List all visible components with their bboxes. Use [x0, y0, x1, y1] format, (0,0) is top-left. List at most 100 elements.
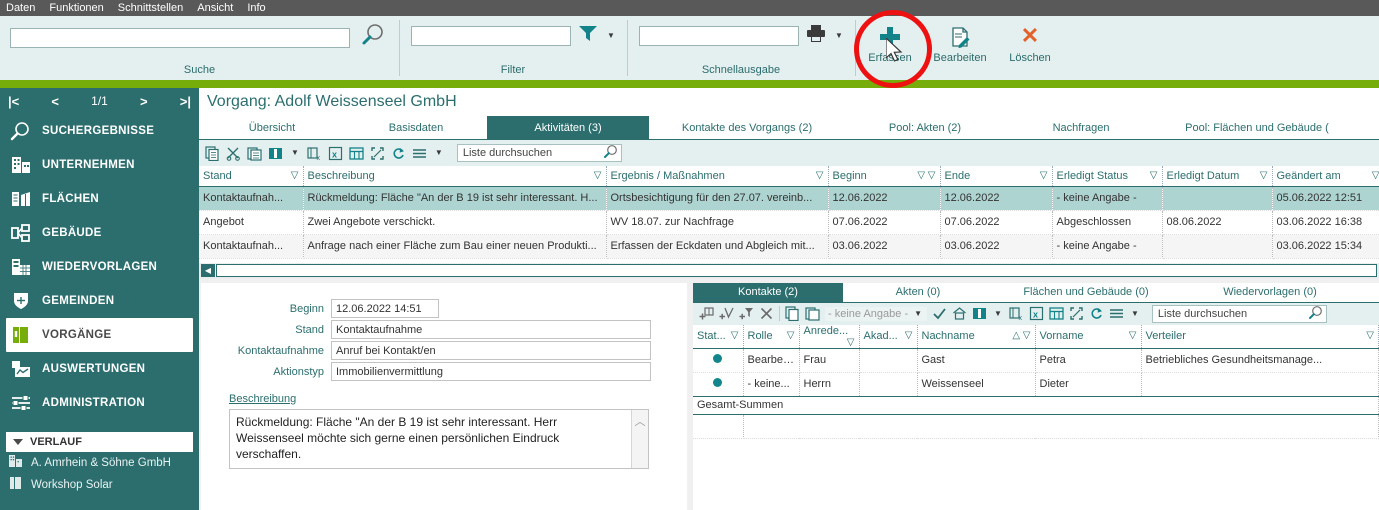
beginn-field[interactable]: 12.06.2022 14:51 — [331, 299, 439, 318]
sidebar-item-wiedervorlagen[interactable]: WIEDERVORLAGEN — [0, 250, 199, 284]
sidebar-item-auswertungen[interactable]: AUSWERTUNGEN — [0, 352, 199, 386]
filter-icon[interactable]: ▽ — [1040, 170, 1048, 181]
sub-list-search-input[interactable]: Liste durchsuchen — [1151, 304, 1327, 323]
filter-icon[interactable]: ▽ — [1260, 170, 1268, 181]
tab-kontakte-des-vorgangs[interactable]: Kontakte des Vorgangs (2) — [649, 116, 845, 139]
pager-first-button[interactable]: |< — [8, 94, 19, 109]
funnel-icon[interactable] — [577, 23, 599, 48]
loeschen-button[interactable]: ✕ Löschen — [995, 20, 1065, 76]
search-input[interactable] — [10, 27, 350, 48]
filter-dropdown-caret[interactable]: ▼ — [605, 31, 617, 40]
column-header-beginn[interactable]: Beginn ▽ ▽ — [828, 166, 941, 187]
menu-item-daten[interactable]: Daten — [6, 2, 35, 14]
list-search-input[interactable]: Liste durchsuchen — [456, 144, 622, 162]
chevron-down-icon[interactable]: ▼ — [433, 149, 445, 157]
copy-icon[interactable] — [785, 306, 800, 322]
delete-icon[interactable] — [759, 306, 774, 321]
list-item[interactable]: Workshop Solar — [0, 474, 199, 496]
filter-icon[interactable]: ▽ — [847, 337, 855, 348]
column-header-beschreibung[interactable]: Beschreibung ▽ — [303, 166, 607, 187]
stand-field[interactable]: Kontaktaufnahme — [331, 320, 651, 339]
table-row[interactable]: - keine... Herrn Weissenseel Dieter — [693, 372, 1379, 397]
expand-icon[interactable] — [370, 146, 385, 161]
chevron-down-icon[interactable]: ▼ — [992, 309, 1004, 318]
menu-item-ansicht[interactable]: Ansicht — [197, 2, 233, 14]
sidebar-item-gemeinden[interactable]: GEMEINDEN — [0, 284, 199, 318]
column-header-ergebnis[interactable]: Ergebnis / Maßnahmen ▽ — [606, 166, 829, 187]
filter-icon[interactable]: ▽ — [1366, 330, 1374, 341]
chevron-down-icon[interactable]: ▼ — [289, 149, 301, 157]
column-header-geaendert-am[interactable]: Geändert am ▽ — [1272, 166, 1379, 187]
paste-icon[interactable] — [805, 306, 820, 321]
sidebar-item-suchergebnisse[interactable]: SUCHERGEBNISSE — [0, 114, 199, 148]
refresh-icon[interactable] — [1089, 306, 1104, 321]
scroll-up-button[interactable]: ︿ — [631, 409, 648, 468]
chevron-down-icon[interactable]: ▼ — [1129, 309, 1141, 318]
pager-last-button[interactable]: >| — [180, 94, 191, 109]
quickoutput-input[interactable] — [639, 25, 799, 46]
sidebar-item-gebaeude[interactable]: GEBÄUDE — [0, 216, 199, 250]
clear-columns-icon[interactable]: x — [1009, 306, 1024, 322]
sidebar-item-administration[interactable]: ADMINISTRATION — [0, 386, 199, 420]
tab-basisdaten[interactable]: Basisdaten — [345, 116, 487, 139]
filter-icon[interactable]: ▽ ▽ — [917, 170, 935, 181]
sidebar-item-flaechen[interactable]: FLÄCHEN — [0, 182, 199, 216]
menu-item-info[interactable]: Info — [247, 2, 265, 14]
status-dropdown[interactable]: - keine Angabe - ▼ — [825, 306, 928, 321]
tab-kontakte[interactable]: Kontakte (2) — [693, 282, 843, 302]
clear-columns-icon[interactable]: x — [307, 146, 322, 162]
excel-export-icon[interactable]: x — [1029, 306, 1044, 321]
bearbeiten-button[interactable]: Bearbeiten — [925, 20, 995, 76]
columns-icon[interactable] — [972, 306, 987, 321]
paste-icon[interactable] — [247, 146, 262, 161]
verlauf-section-header[interactable]: VERLAUF — [6, 432, 193, 452]
check-icon[interactable] — [932, 306, 947, 321]
table-row[interactable]: Angebot Zwei Angebote verschickt. WV 18.… — [199, 210, 1379, 235]
printer-icon[interactable] — [805, 23, 827, 48]
menu-item-schnittstellen[interactable]: Schnittstellen — [118, 2, 183, 14]
column-header-nachname[interactable]: Nachname △ ▽ — [917, 324, 1036, 349]
column-header-erledigt-datum[interactable]: Erledigt Datum ▽ — [1162, 166, 1273, 187]
sidebar-item-unternehmen[interactable]: UNTERNEHMEN — [0, 148, 199, 182]
scroll-left-button[interactable]: ◀ — [201, 264, 215, 277]
kontaktaufnahme-field[interactable]: Anruf bei Kontakt/en — [331, 341, 651, 360]
column-header-ende[interactable]: Ende ▽ — [940, 166, 1053, 187]
filter-icon[interactable]: ▽ — [1372, 170, 1379, 181]
table-row[interactable]: Kontaktaufnah... Rückmeldung: Fläche "An… — [199, 186, 1379, 211]
column-header-anrede[interactable]: Anrede... ▽ — [799, 324, 860, 349]
beschreibung-textarea[interactable]: Rückmeldung: Fläche "An der B 19 ist seh… — [229, 408, 649, 469]
menu-icon[interactable] — [412, 146, 427, 161]
sort-ascending-icon[interactable]: △ ▽ — [1012, 330, 1030, 341]
tab-aktivitaeten[interactable]: Aktivitäten (3) — [487, 116, 649, 139]
horizontal-scrollbar[interactable]: ◀ — [199, 262, 1379, 279]
filter-icon[interactable]: ▽ — [291, 170, 299, 181]
add-record-icon[interactable] — [699, 306, 714, 321]
menu-icon[interactable] — [1109, 306, 1124, 321]
pager-next-button[interactable]: > — [140, 94, 148, 109]
filter-icon[interactable]: ▽ — [1150, 170, 1158, 181]
scroll-track[interactable] — [216, 264, 1377, 277]
column-header-vorname[interactable]: Vorname ▽ — [1035, 324, 1142, 349]
pager-prev-button[interactable]: < — [51, 94, 59, 109]
filter-icon[interactable]: ▽ — [787, 330, 795, 341]
chevron-down-icon[interactable]: ▼ — [912, 309, 924, 318]
sidebar-item-vorgaenge[interactable]: VORGÄNGE — [6, 318, 193, 352]
aktionstyp-field[interactable]: Immobilienvermittlung — [331, 362, 651, 381]
column-header-stand[interactable]: Stand ▽ — [199, 166, 304, 187]
home-icon[interactable] — [952, 306, 967, 321]
filter-icon[interactable]: ▽ — [594, 170, 602, 181]
column-header-rolle[interactable]: Rolle ▽ — [743, 324, 800, 349]
tab-flaechen-gebaeude[interactable]: Flächen und Gebäude (0) — [993, 283, 1179, 302]
filter-icon[interactable]: ▽ — [816, 170, 824, 181]
excel-export-icon[interactable]: x — [328, 146, 343, 161]
magnifier-icon[interactable] — [603, 144, 619, 162]
table-layout-icon[interactable] — [349, 146, 364, 161]
expand-icon[interactable] — [1069, 306, 1084, 321]
menu-item-funktionen[interactable]: Funktionen — [49, 2, 103, 14]
filter-icon[interactable]: ▽ — [905, 330, 913, 341]
filter-icon[interactable]: ▽ — [1129, 330, 1137, 341]
quickoutput-dropdown-caret[interactable]: ▼ — [833, 31, 845, 40]
add-check-icon[interactable] — [719, 306, 734, 321]
erfassen-button[interactable]: Erfassen — [855, 20, 925, 76]
tab-uebersicht[interactable]: Übersicht — [199, 116, 345, 139]
